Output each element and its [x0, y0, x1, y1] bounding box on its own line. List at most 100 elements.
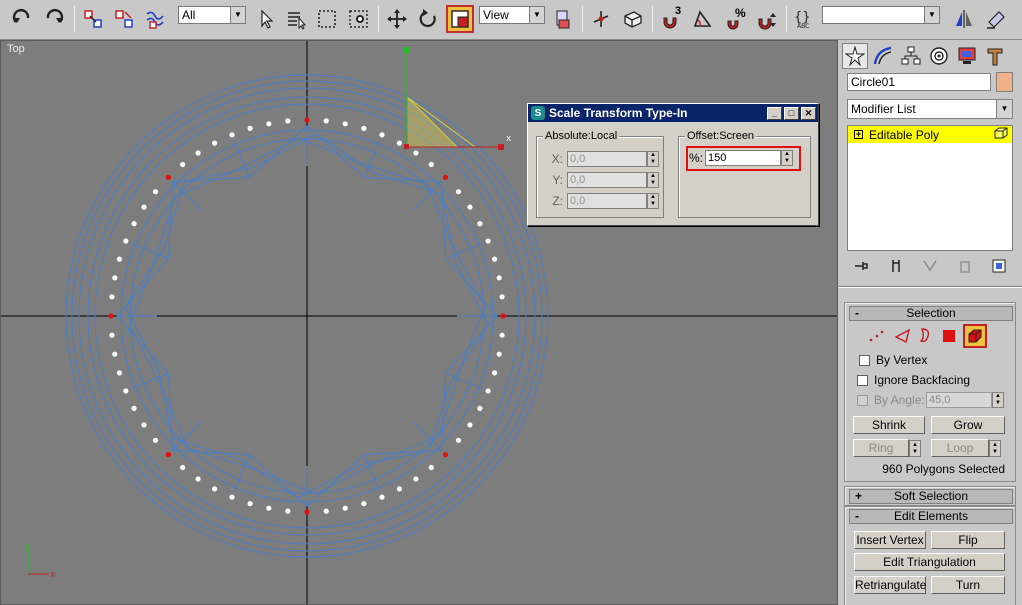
grow-button[interactable]: Grow — [931, 416, 1005, 434]
vertex-dot — [428, 161, 434, 168]
turn-button[interactable]: Turn — [931, 576, 1005, 594]
spinner-snap-icon[interactable] — [753, 5, 781, 33]
y-field[interactable]: 0,0 — [567, 172, 647, 188]
vertex-dot — [195, 476, 201, 482]
z-field[interactable]: 0,0 — [567, 193, 647, 209]
move-icon[interactable] — [383, 5, 411, 33]
percent-snap-icon[interactable]: % — [721, 5, 749, 33]
rectangular-selection-icon[interactable] — [313, 5, 341, 33]
expand-icon[interactable]: + — [854, 130, 863, 139]
reference-coordinate-dropdown[interactable]: View ▼ — [479, 6, 545, 24]
percent-row: %: 150 ▲ ▼ — [689, 150, 793, 166]
configure-sets-icon[interactable] — [991, 258, 1007, 277]
ignore-backfacing-label: Ignore Backfacing — [874, 373, 971, 387]
z-spinner[interactable]: ▲ ▼ — [647, 193, 659, 209]
y-spinner[interactable]: ▲ ▼ — [647, 172, 659, 188]
vertex-dot — [485, 238, 491, 244]
offset-screen-label: Offset:Screen — [685, 130, 757, 142]
bind-space-warp-icon[interactable] — [141, 5, 169, 33]
window-crossing-icon[interactable] — [345, 5, 373, 33]
redo-icon[interactable] — [40, 5, 68, 33]
snap-toggle-icon[interactable]: 3 — [657, 5, 685, 33]
undo-icon[interactable] — [8, 5, 36, 33]
select-arrow-icon[interactable] — [252, 5, 280, 33]
align-icon[interactable] — [982, 5, 1010, 33]
stack-tools — [847, 256, 1013, 278]
modifier-list-dropdown[interactable]: Modifier List ▼ — [847, 99, 1013, 119]
selection-filter-dropdown[interactable]: All ▼ — [178, 6, 246, 24]
stack-item-editable-poly[interactable]: + Editable Poly — [848, 126, 1012, 143]
dialog-title-bar[interactable]: S Scale Transform Type-In _ □ ✕ — [528, 104, 818, 122]
close-icon[interactable]: ✕ — [801, 106, 816, 120]
vertex-dot — [413, 476, 419, 482]
scale-icon[interactable] — [446, 5, 474, 33]
vertex-level-icon[interactable] — [867, 326, 887, 346]
ring-button[interactable]: Ring — [853, 439, 909, 457]
wire-spoke — [131, 372, 169, 390]
vertex-dot — [123, 238, 129, 244]
border-level-icon[interactable] — [915, 326, 935, 346]
x-spinner[interactable]: ▲ ▼ — [647, 151, 659, 167]
x-label: X: — [551, 152, 563, 166]
unlink-icon[interactable] — [110, 5, 138, 33]
by-vertex-checkbox[interactable]: By Vertex — [859, 353, 927, 367]
edit-elements-header[interactable]: - Edit Elements — [849, 509, 1013, 524]
pivot-center-icon[interactable] — [550, 5, 578, 33]
edit-named-selections-icon[interactable]: {} ABC — [790, 5, 818, 33]
shrink-button[interactable]: Shrink — [853, 416, 925, 434]
dialog-title: Scale Transform Type-In — [549, 106, 688, 120]
maximize-icon[interactable]: □ — [784, 106, 799, 120]
select-by-name-icon[interactable] — [282, 5, 310, 33]
vertex-dot — [467, 422, 473, 428]
insert-vertex-button[interactable]: Insert Vertex — [854, 531, 926, 549]
named-selection-dropdown[interactable]: ▼ — [822, 6, 940, 24]
percent-field[interactable]: 150 — [705, 150, 781, 166]
loop-button[interactable]: Loop — [931, 439, 989, 457]
loop-spinner[interactable]: ▲ ▼ — [989, 440, 1001, 457]
object-color-swatch[interactable] — [996, 72, 1013, 92]
x-row: X: 0,0 ▲ ▼ — [547, 151, 659, 167]
edit-triangulation-button[interactable]: Edit Triangulation — [854, 553, 1005, 571]
x-field[interactable]: 0,0 — [567, 151, 647, 167]
vertex-dot — [212, 486, 218, 492]
polygon-level-icon[interactable] — [939, 326, 959, 346]
vertex-dot — [361, 501, 367, 507]
utilities-tab-icon[interactable] — [982, 43, 1008, 69]
edge-level-icon[interactable] — [893, 326, 913, 346]
vertex-dot — [116, 256, 122, 262]
vertex-dot — [499, 294, 505, 300]
link-icon[interactable] — [79, 5, 107, 33]
vertex-dot — [141, 422, 147, 428]
percent-spinner[interactable]: ▲ ▼ — [781, 150, 793, 166]
modify-tab-icon[interactable] — [870, 43, 896, 69]
modifier-stack: + Editable Poly — [847, 125, 1013, 251]
minimize-icon[interactable]: _ — [767, 106, 782, 120]
element-level-icon[interactable] — [963, 324, 987, 348]
mirror-icon[interactable] — [950, 5, 978, 33]
offset-screen-group: Offset:Screen %: 150 ▲ ▼ — [678, 130, 811, 218]
ignore-backfacing-checkbox[interactable]: Ignore Backfacing — [857, 373, 970, 387]
object-name-field[interactable]: Circle01 — [847, 73, 991, 91]
soft-selection-header[interactable]: + Soft Selection — [849, 489, 1013, 504]
keyboard-shortcut-icon[interactable] — [619, 5, 647, 33]
pin-stack-icon[interactable] — [853, 258, 869, 277]
display-tab-icon[interactable] — [954, 43, 980, 69]
show-end-result-icon[interactable] — [888, 258, 904, 277]
select-manipulate-icon[interactable] — [587, 5, 615, 33]
soft-selection-rollout: + Soft Selection — [844, 486, 1016, 506]
rotate-icon[interactable] — [414, 5, 442, 33]
retriangulate-button[interactable]: Retriangulate — [854, 576, 926, 594]
create-tab-icon[interactable] — [842, 43, 868, 69]
make-unique-icon — [922, 258, 938, 277]
snap-mode-badge: 3 — [675, 5, 682, 17]
vertex-dot — [131, 221, 137, 227]
angle-snap-icon[interactable] — [689, 5, 717, 33]
motion-tab-icon[interactable] — [926, 43, 952, 69]
scale-transform-dialog[interactable]: S Scale Transform Type-In _ □ ✕ Absolute… — [527, 103, 819, 226]
wire-spoke — [363, 454, 381, 492]
hierarchy-tab-icon[interactable] — [898, 43, 924, 69]
flip-button[interactable]: Flip — [931, 531, 1005, 549]
selection-rollout-header[interactable]: - Selection — [849, 306, 1013, 321]
ring-spinner[interactable]: ▲ ▼ — [909, 440, 921, 457]
scale-gizmo[interactable] — [404, 47, 504, 150]
